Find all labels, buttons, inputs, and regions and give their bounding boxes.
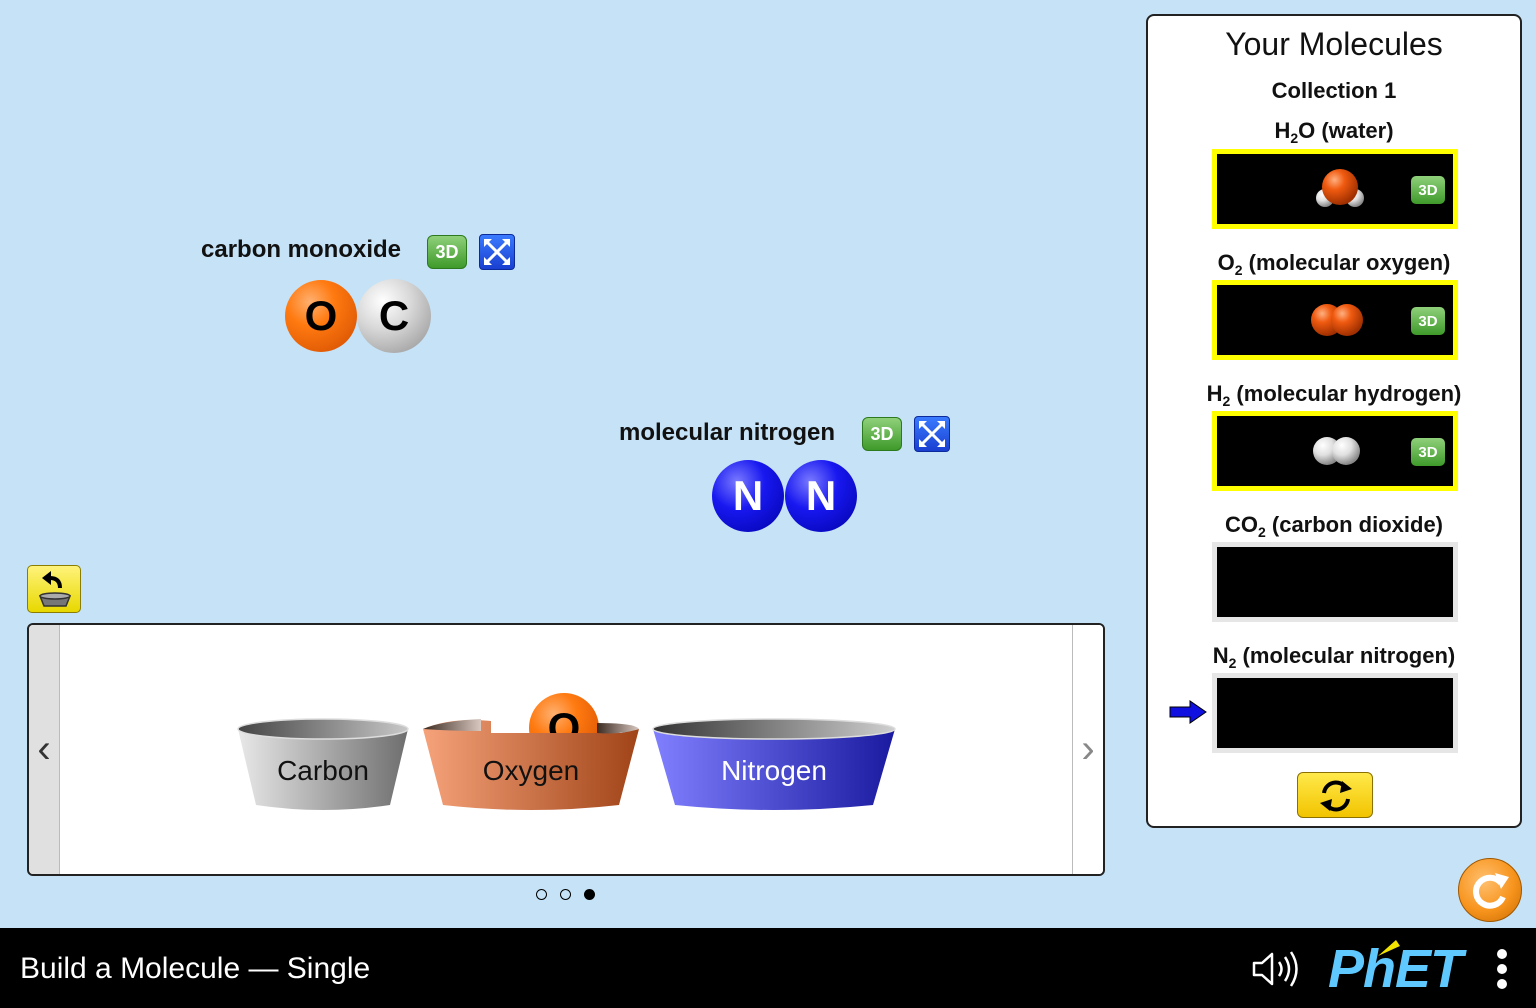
sim-title: Build a Molecule — Single: [20, 952, 371, 985]
bucket-carbon[interactable]: Carbon: [236, 717, 410, 813]
slot-title-hydrogen: H2 (molecular hydrogen): [1206, 381, 1462, 409]
slot-title-oxygen: O2 (molecular oxygen): [1217, 250, 1451, 278]
view-3d-button[interactable]: 3D: [1411, 176, 1445, 204]
atom-nitrogen[interactable]: N: [712, 460, 784, 532]
view-3d-button[interactable]: 3D: [1411, 307, 1445, 335]
view-3d-button[interactable]: 3D: [1411, 438, 1445, 466]
sound-icon: [1252, 951, 1298, 987]
break-apart-icon: [484, 239, 510, 265]
menu-button[interactable]: [1490, 946, 1514, 992]
bucket-label-oxygen: Oxygen: [482, 755, 580, 786]
reset-all-button[interactable]: [1458, 858, 1522, 922]
slot-molecular-hydrogen: 3D: [1212, 411, 1458, 491]
slot-water: 3D: [1212, 149, 1458, 229]
page-dot-active[interactable]: [584, 889, 595, 900]
return-atoms-icon: [38, 571, 72, 607]
slot-title-water: H2O (water): [1274, 118, 1394, 146]
collection-panel: Your Molecules Collection 1 H2O (water) …: [1146, 14, 1522, 828]
refresh-collection-button[interactable]: [1297, 772, 1373, 818]
slot-title-carbon-dioxide: CO2 (carbon dioxide): [1224, 512, 1444, 540]
arrow-right-icon: [1169, 700, 1207, 724]
phet-logo-spark-icon: [1378, 940, 1400, 956]
break-apart-button[interactable]: [479, 234, 515, 270]
reset-all-icon: [1473, 873, 1509, 909]
bucket-label-carbon: Carbon: [277, 755, 369, 786]
carousel-next-button[interactable]: ›: [1072, 625, 1103, 874]
menu-icon: [1497, 949, 1507, 989]
bucket-label-nitrogen: Nitrogen: [721, 755, 827, 786]
atom-nitrogen[interactable]: N: [785, 460, 857, 532]
collection-title: Your Molecules: [1225, 26, 1443, 62]
chevron-left-icon: ‹: [37, 727, 51, 771]
phet-logo[interactable]: PhET: [1328, 940, 1478, 998]
molecule-label-carbon-monoxide: carbon monoxide: [201, 236, 402, 263]
bucket-oxygen[interactable]: O Oxygen: [421, 693, 641, 813]
page-dot[interactable]: [560, 889, 571, 900]
break-apart-icon: [919, 421, 945, 447]
refresh-icon: [1320, 780, 1352, 812]
molecule-label-molecular-nitrogen: molecular nitrogen: [619, 419, 836, 446]
carousel-prev-button[interactable]: ‹: [29, 625, 60, 874]
break-apart-button[interactable]: [914, 416, 950, 452]
kit-panel: ‹ › Carbon O Oxygen Nitrogen: [27, 623, 1105, 876]
bucket-nitrogen[interactable]: Nitrogen: [651, 717, 897, 813]
page-indicator: [534, 888, 604, 902]
slot-molecular-nitrogen: [1212, 673, 1458, 753]
slot-molecular-oxygen: 3D: [1212, 280, 1458, 360]
view-3d-button[interactable]: 3D: [862, 417, 902, 451]
collection-subtitle: Collection 1: [1271, 78, 1397, 103]
atom-carbon[interactable]: C: [357, 279, 431, 353]
atom-oxygen[interactable]: O: [285, 280, 357, 352]
chevron-right-icon: ›: [1081, 727, 1095, 771]
return-atoms-button[interactable]: [27, 565, 81, 613]
slot-carbon-dioxide: [1212, 542, 1458, 622]
view-3d-button[interactable]: 3D: [427, 235, 467, 269]
navigation-bar: Build a Molecule — Single PhET: [0, 928, 1536, 1008]
page-dot[interactable]: [536, 889, 547, 900]
sound-toggle-button[interactable]: [1250, 948, 1304, 990]
slot-title-nitrogen: N2 (molecular nitrogen): [1212, 643, 1456, 671]
